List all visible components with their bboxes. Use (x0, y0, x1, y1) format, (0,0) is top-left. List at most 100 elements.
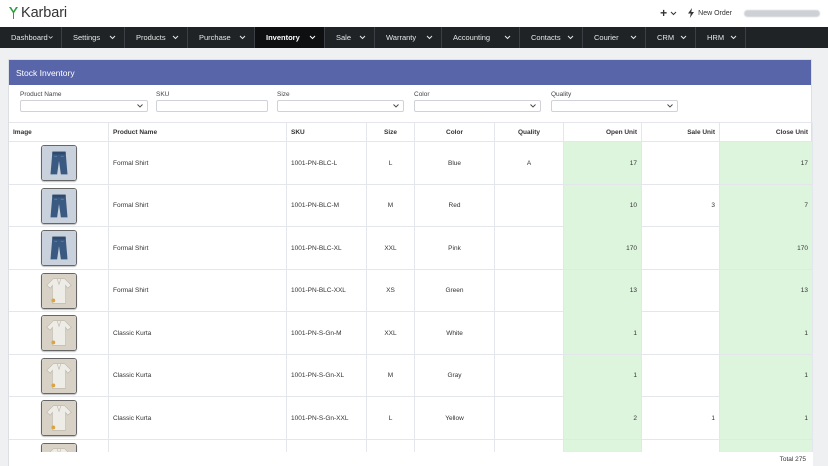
column-header-open-unit[interactable]: Open Unit (564, 123, 642, 142)
cell-sku: 1001-PN-BLC-M (287, 184, 367, 227)
cell-value: M (387, 202, 394, 209)
product-image-cell (9, 312, 109, 354)
cell-value: 170 (797, 244, 808, 252)
cell-product: Formal Shirt (109, 142, 287, 184)
quality-filter: Quality (551, 91, 678, 112)
cell-value: 1 (804, 372, 808, 379)
panel-title: Stock Inventory (16, 67, 75, 78)
table-row[interactable]: Formal Shirt 1001-PN-BLC-XXL XS Green 13 13 (9, 269, 813, 312)
brand-logo[interactable]: Karbari (8, 5, 67, 21)
cell-value: Formal Shirt (113, 244, 149, 252)
jeans-image (40, 145, 77, 181)
chevron-down-icon (426, 35, 433, 40)
cell-value: White (446, 329, 463, 337)
cell-value: L (388, 159, 393, 167)
total-count: Total 275 (779, 456, 806, 463)
color-select[interactable] (414, 100, 541, 112)
product-image-cell (9, 142, 109, 184)
nav-item-contacts[interactable]: Contacts (520, 27, 583, 48)
cell-color: Pink (415, 227, 495, 269)
add-icon[interactable]: + (660, 7, 667, 19)
top-bar: Karbari + New Order (0, 0, 828, 27)
quality-label: Quality (551, 91, 572, 98)
nav-item-label: Purchase (199, 33, 231, 42)
nav-item-label: Warranty (386, 33, 417, 42)
size-select[interactable] (277, 100, 404, 112)
table-header: Image Product Name SKU Size Color Quality Open… (9, 122, 813, 142)
cell-value: 1 (711, 414, 715, 422)
nav-item-purchase[interactable]: Purchase (188, 27, 255, 48)
nav-item-courier[interactable]: Courier (583, 27, 646, 48)
new-order-link[interactable]: New Order (698, 10, 732, 17)
lightning-icon (688, 8, 695, 18)
nav-item-products[interactable]: Products (125, 27, 188, 48)
brand-name: Karbari (21, 5, 68, 21)
size-label: Size (277, 91, 290, 98)
column-header-sale-unit[interactable]: Sale Unit (642, 123, 720, 142)
table-row[interactable]: Classic Kurta 1001-PN-S-Gn-XL M Gray 1 1 (9, 354, 813, 397)
column-header-size[interactable]: Size (367, 123, 415, 142)
cell-value: Classic Kurta (113, 414, 152, 422)
nav-item-dashboard[interactable]: Dashboard (0, 27, 62, 48)
stock-inventory-panel: Stock Inventory Product Name SKU Size Co… (8, 59, 813, 466)
column-header-close-unit[interactable]: Close Unit (720, 123, 813, 142)
cell-close: 1 (720, 354, 813, 397)
cell-close: 1 (720, 397, 813, 439)
column-header-sku[interactable]: SKU (287, 123, 367, 142)
nav-item-warranty[interactable]: Warranty (375, 27, 442, 48)
nav-item-settings[interactable]: Settings (62, 27, 125, 48)
cell-size: L (367, 142, 415, 184)
table-row[interactable]: Formal Shirt 1001-PN-BLC-M M Red 10 3 7 (9, 184, 813, 227)
cell-value: Blue (447, 159, 461, 167)
cell-value: 1 (633, 329, 637, 337)
cell-sku: 1001-PN-S-Gn-XXL (287, 397, 367, 439)
cell-close: 13 (720, 269, 813, 312)
nav-item-label: Settings (73, 33, 101, 42)
product-name-select[interactable] (20, 100, 148, 112)
chevron-down-icon (393, 104, 399, 108)
column-header-color[interactable]: Color (415, 123, 495, 142)
table-row[interactable]: Formal Shirt 1001-PN-BLC-XL XXL Pink 170 170 (9, 227, 813, 270)
nav-item-label: CRM (657, 33, 675, 42)
cell-value: 2 (633, 414, 637, 422)
cell-quality (495, 269, 564, 312)
cell-quality (495, 354, 564, 397)
column-header-label: Close Unit (775, 129, 808, 136)
cell-sale (642, 142, 720, 184)
nav-item-inventory[interactable]: Inventory (255, 27, 325, 48)
chevron-down-icon (309, 35, 316, 40)
kurta-image (40, 357, 77, 394)
table-row[interactable]: Classic Kurta 1001-PN-S-Gn-M XXL White 1 1 (9, 312, 813, 355)
cell-open: 1 (564, 312, 642, 354)
cell-open: 17 (564, 142, 642, 184)
cell-size: XXL (367, 227, 415, 269)
cell-value: L (388, 414, 393, 422)
cell-quality (495, 397, 564, 439)
cell-open: 1 (564, 354, 642, 397)
column-header-label: SKU (291, 129, 305, 136)
kurta-image (40, 315, 77, 351)
cell-value: 170 (626, 244, 637, 252)
chevron-down-icon[interactable] (670, 10, 677, 17)
cell-sku: 1001-PN-S-Gn-M (287, 312, 367, 354)
size-filter: Size (277, 91, 404, 112)
cell-open: 10 (564, 184, 642, 227)
user-account-menu[interactable] (744, 9, 820, 17)
table-row[interactable]: Classic Kurta 1001-PN-S-Gn-XXL L Yellow 2 1 1 (9, 397, 813, 440)
cell-value: Yellow (445, 414, 464, 422)
cell-value: Formal Shirt (113, 159, 149, 167)
nav-item-accounting[interactable]: Accounting (442, 27, 520, 48)
cell-product: Formal Shirt (109, 269, 287, 312)
table-row[interactable]: Formal Shirt 1001-PN-BLC-L L Blue A 17 17 (9, 142, 813, 185)
column-header-product-name[interactable]: Product Name (109, 123, 287, 142)
nav-item-hrm[interactable]: HRM (696, 27, 746, 48)
column-header-quality[interactable]: Quality (495, 123, 564, 142)
chevron-down-icon (567, 35, 574, 40)
chevron-down-icon (48, 36, 53, 39)
column-header-image[interactable]: Image (9, 123, 109, 142)
quality-select[interactable] (551, 100, 678, 112)
sku-input[interactable] (156, 100, 268, 112)
nav-item-sale[interactable]: Sale (325, 27, 375, 48)
nav-item-crm[interactable]: CRM (646, 27, 696, 48)
cell-value: 13 (800, 287, 808, 294)
